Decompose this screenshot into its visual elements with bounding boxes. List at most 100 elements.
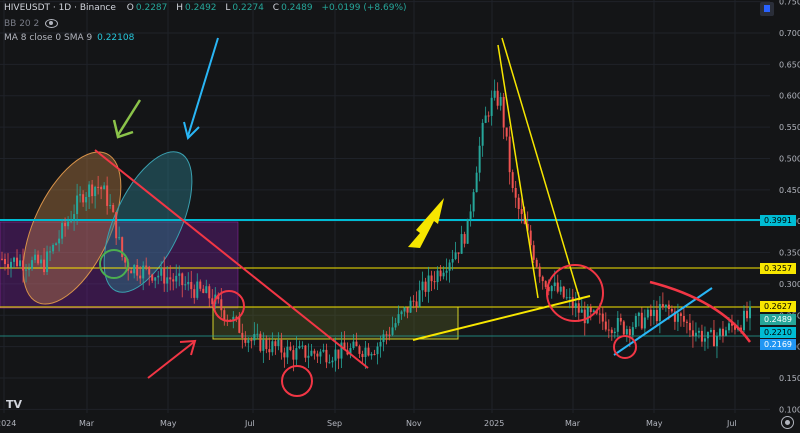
candle-body	[403, 307, 406, 312]
candle-body	[115, 212, 118, 239]
candle-body	[310, 350, 313, 356]
candle-body	[49, 251, 52, 253]
candle-body	[277, 339, 280, 347]
candle-body	[724, 330, 727, 336]
candle-body	[316, 353, 319, 357]
candle-body	[517, 197, 520, 209]
candle-body	[466, 218, 469, 244]
candle-body	[145, 265, 148, 267]
candle-body	[46, 251, 49, 273]
candle-body	[742, 310, 745, 331]
candle-body	[67, 221, 70, 227]
time-axis[interactable]: 2024 Mar May Jul Sep Nov 2025 Mar May Jul	[0, 419, 737, 428]
candle-body	[208, 286, 211, 299]
candle-body	[340, 342, 343, 359]
symbol-legend[interactable]: HIVEUSDT · 1D · Binance O 0.2287 H 0.2492 …	[4, 3, 409, 13]
candle-body	[703, 338, 706, 342]
candle-body	[583, 309, 586, 324]
candle-body	[337, 349, 340, 359]
candle-body	[652, 309, 655, 317]
candle-body	[415, 301, 418, 307]
candle-body	[331, 360, 334, 363]
candle-body	[16, 257, 19, 267]
candle-body	[169, 277, 172, 280]
candle-body	[223, 310, 226, 320]
time-tick-label: Jul	[726, 419, 737, 428]
candle-body	[637, 312, 640, 317]
candle-body	[175, 275, 178, 282]
price-tick-label: 0.1000	[779, 405, 800, 414]
symbol-title: HIVEUSDT · 1D · Binance	[4, 3, 116, 13]
candle-body	[493, 90, 496, 98]
candle-body	[166, 277, 169, 284]
candle-body	[433, 281, 436, 283]
candle-body	[631, 327, 634, 336]
candle-body	[370, 354, 373, 356]
candle-body	[94, 186, 97, 197]
candle-body	[457, 252, 460, 254]
candle-body	[679, 313, 682, 316]
candle-body	[307, 355, 310, 358]
candle-body	[490, 97, 493, 116]
candle-body	[385, 334, 388, 336]
chart-canvas[interactable]: 0.7500 0.7000 0.6500 0.6000 0.5500 0.5000 0.45…	[0, 0, 800, 433]
open-value: 0.2287	[135, 3, 168, 13]
candle-body	[379, 341, 382, 347]
candle-body	[424, 281, 427, 292]
candle-body	[496, 90, 499, 106]
price-axis[interactable]: 0.7500 0.7000 0.6500 0.6000 0.5500 0.5000 0.45…	[779, 0, 800, 414]
candle-body	[505, 127, 508, 137]
candle-body	[610, 329, 613, 334]
candle-body	[586, 307, 589, 324]
candle-body	[391, 327, 394, 335]
candle-body	[394, 323, 397, 328]
candle-body	[718, 328, 721, 336]
price-box-3: 0.2489	[760, 314, 796, 325]
candle-body	[589, 307, 592, 313]
candle-body	[478, 145, 481, 173]
ma-value: 0.22108	[97, 33, 135, 43]
candle-body	[283, 352, 286, 358]
candle-body	[700, 330, 703, 342]
candle-body	[184, 284, 187, 286]
candle-body	[418, 290, 421, 307]
price-box-0: 0.3991	[760, 215, 796, 226]
candle-body	[292, 350, 295, 360]
candle-body	[634, 316, 637, 328]
candle-body	[136, 265, 139, 276]
price-box-2: 0.2627	[760, 301, 796, 312]
candle-body	[382, 334, 385, 342]
candle-body	[400, 311, 403, 315]
candle-body	[532, 245, 535, 260]
candle-body	[181, 273, 184, 286]
red-circle-2	[281, 365, 313, 397]
candle-body	[40, 259, 43, 264]
candle-body	[655, 309, 658, 322]
price-tick-label: 0.5000	[779, 154, 800, 163]
eye-icon[interactable]	[45, 19, 59, 28]
low-value: 0.2274	[232, 3, 264, 13]
candle-body	[427, 275, 430, 292]
candle-body	[262, 339, 265, 351]
gear-icon[interactable]	[781, 416, 794, 429]
candle-body	[244, 337, 247, 343]
candle-body	[472, 192, 475, 212]
tradingview-logo-icon[interactable]: TV	[6, 398, 22, 411]
candle-body	[514, 188, 517, 198]
flag-icon[interactable]	[760, 2, 774, 16]
time-tick-label: 2024	[0, 419, 16, 428]
candle-body	[157, 275, 160, 278]
candle-body	[73, 214, 76, 221]
candle-body	[499, 96, 502, 106]
price-box-1: 0.3257	[760, 263, 796, 274]
candle-body	[361, 353, 364, 358]
candle-body	[646, 309, 649, 318]
candle-body	[352, 341, 355, 349]
candle-body	[130, 270, 133, 274]
price-chart[interactable]: 0.7500 0.7000 0.6500 0.6000 0.5500 0.5000 0.45…	[0, 0, 800, 433]
candle-body	[565, 297, 568, 299]
candle-body	[487, 115, 490, 117]
ma-legend[interactable]: MA 8 close 0 SMA 9 0.22108	[4, 33, 136, 43]
candle-body	[250, 340, 253, 342]
bb-legend[interactable]: BB 20 2	[4, 19, 60, 29]
